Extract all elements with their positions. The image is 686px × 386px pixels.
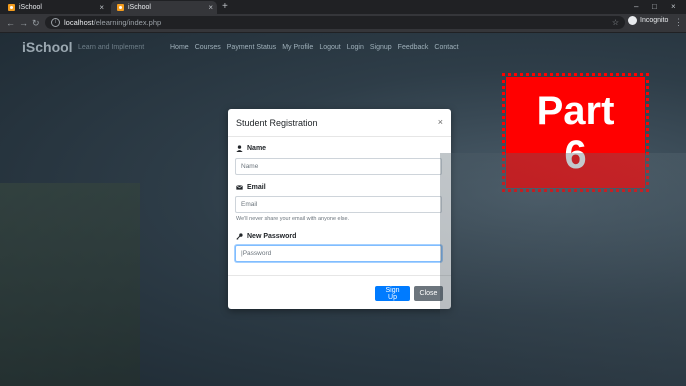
stamp-line-1: Part	[536, 88, 615, 133]
stamp-line-2: 6	[564, 132, 587, 177]
nav-login[interactable]: Login	[347, 44, 364, 51]
email-help-text: We'll never share your email with anyone…	[236, 216, 350, 222]
nav-logout[interactable]: Logout	[319, 44, 340, 51]
envelope-icon	[236, 185, 243, 190]
email-input[interactable]: Email	[235, 196, 442, 213]
maximize-icon[interactable]: □	[652, 1, 657, 13]
password-label-text: New Password	[247, 233, 297, 240]
url-path: /elearning/index.php	[93, 18, 162, 27]
nav-my-profile[interactable]: My Profile	[282, 44, 313, 51]
tab-title: iSchool	[19, 4, 42, 11]
url-host: localhost	[64, 18, 94, 27]
modal-close-icon[interactable]: ×	[438, 117, 443, 127]
new-tab-button[interactable]: +	[222, 1, 228, 13]
email-label: Email	[236, 184, 266, 191]
window-close-icon[interactable]: ×	[671, 1, 676, 13]
modal-title: Student Registration	[236, 118, 318, 128]
browser-menu-icon[interactable]: ⋮	[674, 17, 683, 28]
back-icon[interactable]: ←	[6, 17, 15, 29]
nav-payment-status[interactable]: Payment Status	[227, 44, 276, 51]
close-tab-icon[interactable]: ×	[99, 3, 104, 12]
email-label-text: Email	[247, 184, 266, 191]
password-input[interactable]: |Password	[235, 245, 442, 262]
ischool-favicon-icon	[117, 4, 124, 11]
user-icon	[236, 145, 243, 152]
site-nav: Home Courses Payment Status My Profile L…	[170, 44, 459, 51]
nav-home[interactable]: Home	[170, 44, 189, 51]
name-label: Name	[236, 145, 266, 152]
browser-tab[interactable]: iSchool ×	[2, 1, 108, 14]
reload-icon[interactable]: ↻	[32, 17, 40, 29]
nav-contact[interactable]: Contact	[434, 44, 458, 51]
nav-feedback[interactable]: Feedback	[398, 44, 429, 51]
site-info-icon[interactable]: i	[51, 18, 60, 27]
sign-up-button[interactable]: Sign Up	[375, 286, 410, 301]
incognito-indicator[interactable]: Incognito	[628, 16, 668, 25]
part-stamp: Part 6	[502, 73, 649, 192]
incognito-icon	[628, 16, 637, 25]
nav-courses[interactable]: Courses	[195, 44, 221, 51]
name-input[interactable]: Name	[235, 158, 442, 175]
address-bar[interactable]: i localhost /elearning/index.php ☆	[45, 16, 625, 29]
minimize-icon[interactable]: –	[634, 1, 638, 13]
incognito-label: Incognito	[640, 17, 669, 24]
key-icon	[236, 233, 243, 240]
browser-toolbar: ← → ↻ i localhost /elearning/index.php ☆…	[0, 14, 686, 33]
forward-icon[interactable]: →	[19, 17, 28, 29]
tab-title: iSchool	[128, 4, 151, 11]
browser-tab-active[interactable]: iSchool ×	[111, 1, 217, 14]
site-brand[interactable]: iSchool	[22, 39, 73, 55]
bookmark-star-icon[interactable]: ☆	[612, 18, 619, 27]
registration-modal: Student Registration × Name Name Email E…	[228, 109, 451, 309]
page-viewport: iSchool Learn and Implement Home Courses…	[0, 33, 686, 386]
close-button[interactable]: Close	[414, 286, 443, 301]
ischool-favicon-icon	[8, 4, 15, 11]
name-label-text: Name	[247, 145, 267, 152]
password-label: New Password	[236, 233, 296, 240]
modal-header: Student Registration ×	[228, 109, 451, 137]
close-tab-icon[interactable]: ×	[208, 3, 213, 12]
browser-tabstrip: iSchool × iSchool × + – □ ×	[0, 0, 686, 14]
modal-footer: Sign Up Close	[228, 275, 451, 310]
site-tagline: Learn and Implement	[78, 44, 145, 51]
nav-signup[interactable]: Signup	[370, 44, 392, 51]
